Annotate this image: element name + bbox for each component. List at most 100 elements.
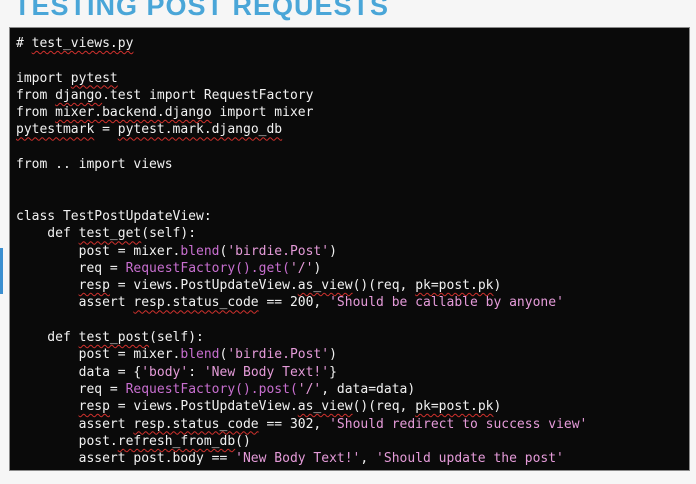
code-token: resp.status_code <box>133 416 259 432</box>
code-token: 'birdie.Post' <box>227 347 330 363</box>
code-token: class TestPostUpdateView: <box>16 208 212 224</box>
code-line: resp = views.PostUpdateView.as_view()(re… <box>16 277 587 294</box>
code-token: # <box>16 36 32 51</box>
code-line: post = mixer.blend('birdie.Post') <box>16 346 587 363</box>
code-token: 'New Body Text!' <box>235 451 361 467</box>
code-token: (self): <box>141 226 197 242</box>
code-token: , <box>360 451 377 467</box>
code-token: ) <box>329 243 337 259</box>
code-token: pytest <box>70 70 118 86</box>
code-line: assert post.body == 'New Body Text!', 'S… <box>16 450 587 467</box>
code-block: # test_views.py import pytest from django.… <box>16 35 587 467</box>
code-token: import mixer <box>211 105 314 121</box>
code-token: == 302, <box>258 416 330 432</box>
code-line: resp = views.PostUpdateView.as_view()(re… <box>16 398 587 415</box>
code-token: req = <box>16 260 126 276</box>
code-token: 'Should be callable by anyone' <box>329 295 564 311</box>
code-token: } <box>329 364 337 380</box>
code-token: django <box>55 87 103 103</box>
code-token: () <box>235 433 251 449</box>
code-token: blend <box>180 243 220 259</box>
code-token: RequestFactory().get( <box>125 260 290 276</box>
code-token: refresh_from_db <box>117 433 236 449</box>
code-line: class TestPostUpdateView: <box>16 208 587 225</box>
code-token: def <box>16 330 79 346</box>
code-token: 'New Body Text!' <box>203 364 330 380</box>
code-token: ) <box>329 347 337 363</box>
code-line: assert resp.status_code == 200, 'Should … <box>16 294 587 311</box>
code-token: blend <box>180 347 220 363</box>
code-token: post = mixer. <box>16 243 181 259</box>
code-token: test_get <box>78 226 142 242</box>
code-token: resp <box>78 278 110 294</box>
code-line: # test_views.py <box>16 35 587 52</box>
code-token: RequestFactory().post( <box>125 381 298 397</box>
code-token: '/' <box>289 260 314 276</box>
code-line: def test_post(self): <box>16 329 587 346</box>
code-token: 'Should update the post' <box>376 451 564 467</box>
code-token: data = { <box>16 364 142 380</box>
code-token: = <box>94 122 118 138</box>
code-token: = views.PostUpdateView. <box>109 399 298 415</box>
code-token: 'Should redirect to success view' <box>329 416 588 432</box>
code-panel: # test_views.py import pytest from django.… <box>9 27 690 471</box>
code-line: from django.test import RequestFactory <box>16 87 587 104</box>
code-token: from .. import views <box>16 157 173 173</box>
code-line: req = RequestFactory().post('/', data=da… <box>16 381 587 398</box>
code-token: pk=post.pk <box>415 399 494 415</box>
code-line: pytestmark = pytest.mark.django_db <box>16 121 587 138</box>
code-line: def test_get(self): <box>16 225 587 242</box>
code-line: post = mixer.blend('birdie.Post') <box>16 243 587 260</box>
code-token: resp <box>78 399 110 415</box>
code-token: pk=post.pk <box>415 278 494 294</box>
code-line: import pytest <box>16 70 587 87</box>
code-token: as_view <box>297 278 353 294</box>
code-token: post. <box>16 433 118 449</box>
code-token: (self): <box>149 330 204 346</box>
code-token: from <box>16 87 56 103</box>
code-token: ) <box>493 399 502 415</box>
code-line: from mixer.backend.django import mixer <box>16 104 587 121</box>
code-token: .test import RequestFactory <box>102 87 314 103</box>
code-token: post = mixer. <box>16 347 181 363</box>
code-token: 'birdie.Post' <box>227 243 330 259</box>
code-token: = views.PostUpdateView. <box>109 278 298 294</box>
code-token: ) <box>493 278 502 294</box>
code-token: from <box>16 105 56 121</box>
code-token: def <box>16 226 79 242</box>
code-token: ) <box>313 260 322 276</box>
code-token: ()(req, <box>352 399 416 415</box>
code-token: '/' <box>297 381 322 397</box>
code-token: assert <box>16 416 134 432</box>
code-token: , data=data) <box>321 381 416 397</box>
code-token: 'body' <box>141 364 189 380</box>
code-token: mixer.backend.django <box>55 105 212 121</box>
code-token: resp.status_code <box>133 295 259 311</box>
code-token: assert <box>16 295 134 311</box>
code-line: data = {'body': 'New Body Text!'} <box>16 364 587 381</box>
code-line: req = RequestFactory().get('/') <box>16 260 587 277</box>
code-token: pytest.mark.django_db <box>117 122 283 138</box>
code-token: test_views.py <box>31 36 134 51</box>
code-token: import <box>16 70 71 86</box>
code-token: as_view <box>297 399 353 415</box>
code-line: from .. import views <box>16 156 587 173</box>
code-token: ()(req, <box>352 278 416 294</box>
code-line: post.refresh_from_db() <box>16 433 587 450</box>
code-token: == 200, <box>258 295 330 311</box>
left-accent-bar <box>0 248 3 294</box>
code-token: assert post.body == <box>16 451 236 467</box>
code-line: assert resp.status_code == 302, 'Should … <box>16 416 588 433</box>
code-token: : <box>188 364 204 380</box>
code-token: req = <box>16 381 126 397</box>
code-token: pytestmark <box>16 122 95 138</box>
code-token: test_post <box>78 330 150 346</box>
slide-title: TESTING POST REQUESTS <box>14 0 390 21</box>
